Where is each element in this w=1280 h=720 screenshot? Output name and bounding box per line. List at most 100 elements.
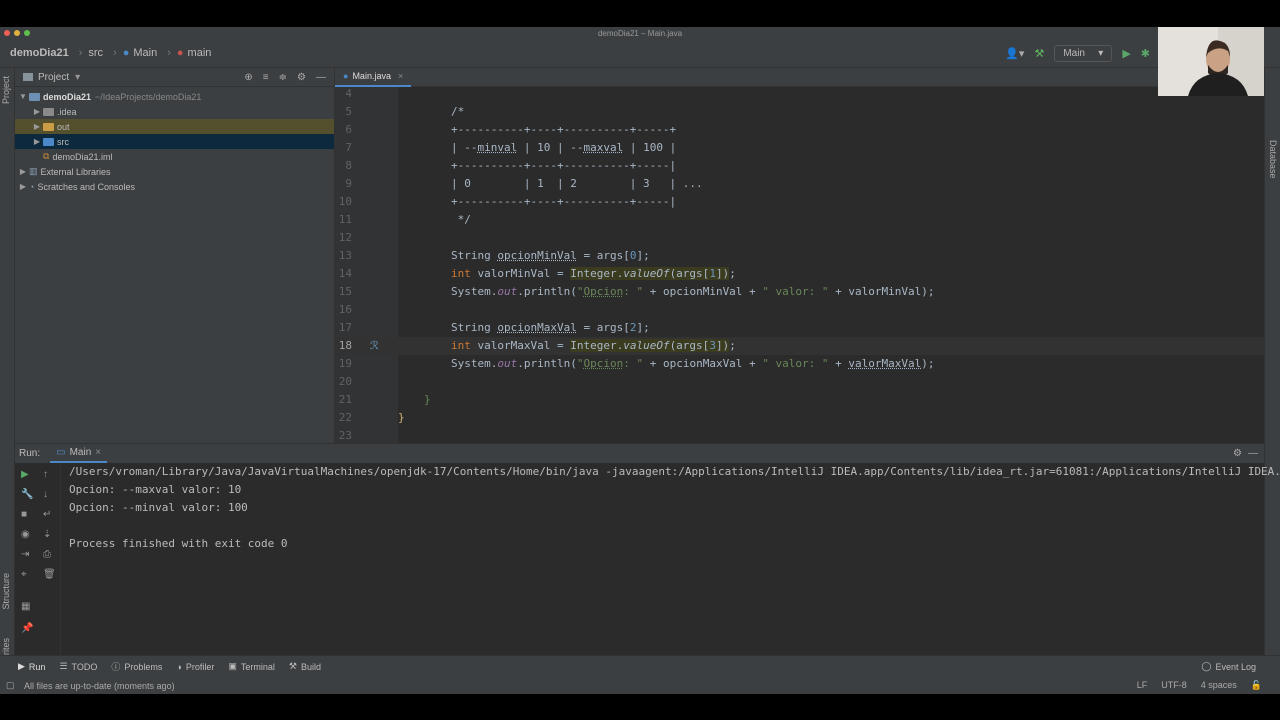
build-hammer-icon[interactable]: ⚒ xyxy=(1034,47,1044,60)
tool-run[interactable]: ▶ Run xyxy=(18,661,45,672)
window-title: demoDia21 – Main.java xyxy=(597,28,683,38)
expand-all-icon[interactable]: ≡ xyxy=(263,72,269,83)
run-configuration-select[interactable]: Main ▾ xyxy=(1054,44,1113,62)
tree-item-module[interactable]: ▼ demoDia21 ~/IdeaProjects/demoDia21 xyxy=(15,89,334,104)
soft-wrap-icon[interactable]: ↵ xyxy=(43,509,51,520)
chevron-right-icon[interactable]: ▶ xyxy=(31,137,43,146)
close-icon[interactable]: × xyxy=(398,71,403,81)
project-panel: Project ▾ ⊕ ≡ ≑ ⚙ — ▼ demoDia21 ~/IdeaPr… xyxy=(15,68,335,443)
tree-item-iml[interactable]: ⧉ demoDia21.iml xyxy=(15,149,334,164)
tool-build[interactable]: ⚒ Build xyxy=(289,661,321,672)
status-toggle-icon[interactable]: ▢ xyxy=(6,680,15,691)
tool-window-bar: ▶ Run ☰ TODO ⓘ Problems ◑ Profiler ▣ Terminal… xyxy=(0,655,1280,677)
profiler-icon: ◑ xyxy=(176,661,182,672)
excluded-folder-icon xyxy=(43,122,54,131)
locate-icon[interactable]: ⊕ xyxy=(244,72,252,83)
navigation-bar: demoDia21 › src › ● Main › ● main 👤▾ ⚒ Mai… xyxy=(0,39,1280,68)
console-line: Opcion: --maxval valor: 10 xyxy=(69,483,242,496)
project-view-icon xyxy=(23,73,33,81)
breadcrumb-class[interactable]: ● Main xyxy=(123,47,158,59)
trash-icon[interactable]: 🗑 xyxy=(43,569,56,580)
tab-run-main[interactable]: ▭ Main × xyxy=(50,444,108,463)
ide-window: demoDia21 – Main.java demoDia21 › src › … xyxy=(0,27,1280,694)
layout-icon[interactable]: ▦ xyxy=(21,601,30,612)
window-controls xyxy=(4,30,30,36)
run-icon: ▶ xyxy=(18,661,25,671)
line-separator[interactable]: LF xyxy=(1137,680,1148,691)
override-gutter-icon[interactable]: ℛ xyxy=(370,337,379,355)
status-right: LF UTF-8 4 spaces 🔓 xyxy=(1137,680,1262,691)
exit-icon[interactable]: ⇥ xyxy=(21,549,29,560)
chevron-right-icon[interactable]: ▶ xyxy=(31,122,43,131)
right-tool-strip: Database xyxy=(1264,68,1280,668)
maximize-window-icon[interactable] xyxy=(24,30,30,36)
event-log-icon: ◯ xyxy=(1201,661,1212,671)
tool-todo[interactable]: ☰ TODO xyxy=(59,661,97,672)
project-tool-tab[interactable]: Project xyxy=(1,76,11,104)
event-log-button[interactable]: ◯ Event Log xyxy=(1201,661,1256,672)
indent-setting[interactable]: 4 spaces xyxy=(1201,680,1237,691)
toolbar-right: 👤▾ ⚒ Main ▾ ▶ ✱ xyxy=(1005,44,1150,62)
console-line: Opcion: --minval valor: 100 xyxy=(69,501,248,514)
pin-icon[interactable]: ⌖ xyxy=(21,569,27,580)
terminal-icon: ▣ xyxy=(228,661,237,671)
run-label: Run: xyxy=(19,448,41,459)
tree-item-src[interactable]: ▶ src xyxy=(15,134,334,149)
code-editor: ● Main.java × 4 5/* 6 +----------+----+--… xyxy=(335,68,1264,443)
close-icon[interactable]: × xyxy=(95,447,101,458)
code-area[interactable]: 4 5/* 6 +----------+----+----------+-----… xyxy=(335,87,1264,443)
tool-problems[interactable]: ⓘ Problems xyxy=(111,660,162,673)
status-bar: ▢ All files are up-to-date (moments ago)… xyxy=(0,677,1280,694)
chevron-down-icon[interactable]: ▾ xyxy=(75,72,80,83)
hide-icon[interactable]: — xyxy=(1248,448,1258,459)
file-encoding[interactable]: UTF-8 xyxy=(1161,680,1187,691)
folder-icon xyxy=(43,107,54,116)
project-panel-title[interactable]: Project xyxy=(38,72,69,83)
tree-item-scratches[interactable]: ▶ ◔ Scratches and Consoles xyxy=(15,179,334,194)
collapse-all-icon[interactable]: ≑ xyxy=(279,72,287,83)
account-icon[interactable]: 👤▾ xyxy=(1005,47,1024,60)
chevron-right-icon[interactable]: ▶ xyxy=(17,182,29,191)
breadcrumb-method[interactable]: ● main xyxy=(177,47,212,59)
project-panel-tools: ⊕ ≡ ≑ ⚙ — xyxy=(244,72,326,83)
chevron-down-icon[interactable]: ▼ xyxy=(17,92,29,101)
debug-icon[interactable]: ✱ xyxy=(1141,47,1150,60)
minimize-window-icon[interactable] xyxy=(14,30,20,36)
database-tool-tab[interactable]: Database xyxy=(1268,140,1278,179)
scroll-to-end-icon[interactable]: ⇣ xyxy=(43,529,51,540)
structure-tool-tab[interactable]: Structure xyxy=(1,573,11,610)
gear-icon[interactable]: ⚙ xyxy=(297,72,306,83)
tool-profiler[interactable]: ◑ Profiler xyxy=(176,662,214,672)
tree-item-external-libraries[interactable]: ▶ ▥ External Libraries xyxy=(15,164,334,179)
run-icon[interactable]: ▶ xyxy=(1122,47,1130,60)
up-arrow-icon[interactable]: ↑ xyxy=(43,469,48,480)
gear-icon[interactable]: ⚙ xyxy=(1233,448,1242,459)
status-message[interactable]: All files are up-to-date (moments ago) xyxy=(24,681,175,691)
rerun-icon[interactable]: ▶ xyxy=(21,469,29,480)
chevron-right-icon[interactable]: ▶ xyxy=(31,107,43,116)
lock-icon[interactable]: 🔓 xyxy=(1251,680,1262,691)
module-folder-icon xyxy=(29,92,40,101)
down-arrow-icon[interactable]: ↓ xyxy=(43,489,48,500)
tab-main-java[interactable]: ● Main.java × xyxy=(335,68,412,87)
chevron-right-icon[interactable]: ▶ xyxy=(17,167,29,176)
current-line: 18 ℛint valorMaxVal = Integer.valueOf(arg… xyxy=(335,337,1264,355)
run-toolbar: ▶ ↑ 🔧 ↓ ↵ ■ ⇣ ◉ ⎙ ⇥ 🗑 ⌖ ▦ 📌 xyxy=(15,463,61,656)
method-icon: ● xyxy=(176,47,184,59)
library-icon: ▥ xyxy=(29,166,38,176)
tree-item-idea[interactable]: ▶ .idea xyxy=(15,104,334,119)
print-icon[interactable]: ⎙ xyxy=(43,549,51,560)
breadcrumb-project[interactable]: demoDia21 xyxy=(10,47,69,59)
hide-icon[interactable]: — xyxy=(316,72,326,83)
camera-icon[interactable]: ◉ xyxy=(21,529,30,540)
console-output[interactable]: /Users/vroman/Library/Java/JavaVirtualMa… xyxy=(69,463,1280,553)
close-window-icon[interactable] xyxy=(4,30,10,36)
pin-tab-icon[interactable]: 📌 xyxy=(21,623,33,634)
stop-icon[interactable]: ■ xyxy=(21,509,27,520)
wrench-icon[interactable]: 🔧 xyxy=(21,489,33,500)
hammer-icon: ⚒ xyxy=(288,661,297,671)
scratch-icon: ◔ xyxy=(29,181,35,192)
tree-item-out[interactable]: ▶ out xyxy=(15,119,334,134)
breadcrumb-src[interactable]: src xyxy=(88,47,103,59)
tool-terminal[interactable]: ▣ Terminal xyxy=(228,661,275,672)
